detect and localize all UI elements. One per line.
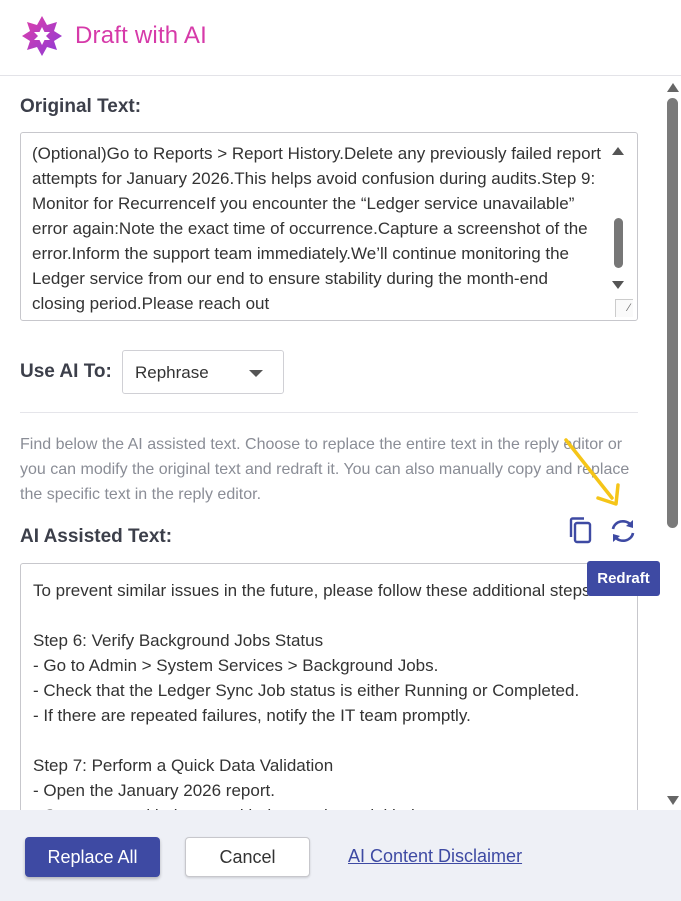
redraft-tooltip: Redraft (587, 561, 660, 596)
dialog-body[interactable]: Original Text: (Optional)Go to Reports >… (0, 77, 664, 810)
sparkle-flower-icon (22, 16, 62, 56)
replace-all-button[interactable]: Replace All (25, 837, 160, 877)
scroll-thumb[interactable] (667, 98, 678, 528)
dialog-header: Draft with AI (0, 0, 681, 76)
use-ai-label: Use AI To: (20, 361, 112, 382)
ai-assisted-text-label: AI Assisted Text: (20, 526, 173, 547)
original-text-label: Original Text: (20, 96, 142, 117)
ai-assisted-text-content[interactable]: To prevent similar issues in the future,… (33, 578, 637, 810)
ai-action-select[interactable]: Rephrase (122, 350, 284, 394)
scroll-down-icon[interactable] (612, 281, 624, 289)
scroll-up-icon[interactable] (612, 147, 624, 155)
dialog-title: Draft with AI (75, 22, 207, 49)
original-text-scrollbar[interactable] (609, 141, 629, 301)
scroll-down-icon[interactable] (667, 796, 679, 805)
cancel-button[interactable]: Cancel (185, 837, 310, 877)
resize-handle[interactable]: ⁄ (615, 299, 633, 317)
section-divider (20, 412, 638, 413)
dialog-scrollbar[interactable] (664, 77, 681, 810)
resize-grip-icon: ⁄ (628, 302, 630, 314)
original-text-content[interactable]: (Optional)Go to Reports > Report History… (32, 141, 604, 316)
ai-action-selected: Rephrase (135, 363, 209, 382)
scroll-up-icon[interactable] (667, 83, 679, 92)
info-text: Find below the AI assisted text. Choose … (20, 436, 630, 503)
ai-content-disclaimer-link[interactable]: AI Content Disclaimer (348, 846, 522, 867)
original-text-area[interactable]: (Optional)Go to Reports > Report History… (20, 132, 638, 321)
scroll-thumb[interactable] (614, 218, 623, 268)
chevron-down-icon (249, 370, 263, 377)
ai-assisted-text-area[interactable]: To prevent similar issues in the future,… (20, 563, 638, 810)
copy-icon[interactable] (566, 516, 594, 546)
dialog-footer: Replace All Cancel AI Content Disclaimer (0, 810, 681, 901)
refresh-icon[interactable] (608, 517, 638, 545)
